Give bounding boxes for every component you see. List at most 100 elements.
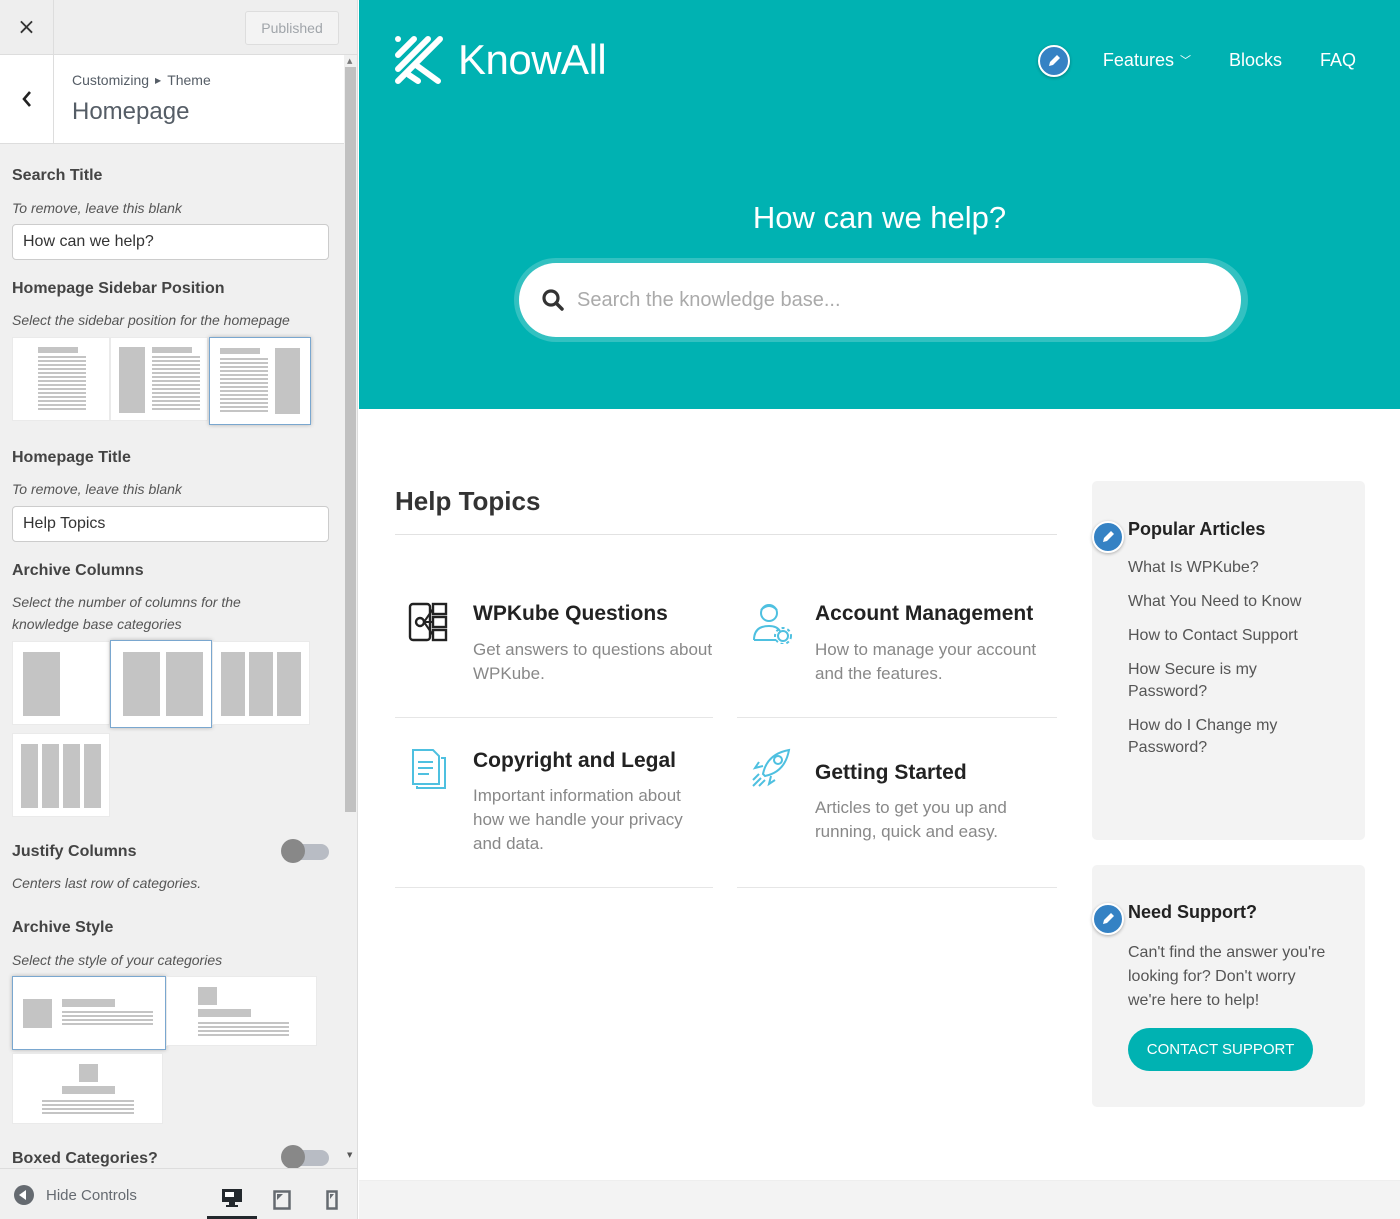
article-link[interactable]: How Secure is my Password? xyxy=(1128,659,1318,703)
sidebar-position-label: Homepage Sidebar Position xyxy=(12,280,225,297)
sidebar-option-right[interactable] xyxy=(209,337,311,425)
breadcrumb-arrow-icon: ▶ xyxy=(155,76,162,85)
topic-card[interactable]: Getting Started Articles to get you up a… xyxy=(737,718,1057,888)
scrollbar[interactable]: ▲ ▼ xyxy=(344,55,357,1165)
breadcrumb-parent: Theme xyxy=(167,72,211,88)
search-title-description: To remove, leave this blank xyxy=(12,200,182,216)
scrollbar-thumb[interactable] xyxy=(345,67,356,812)
topic-card[interactable]: WPKube Questions Get answers to question… xyxy=(395,548,713,718)
desktop-icon xyxy=(222,1188,242,1207)
section-header: Customizing ▶ Theme Homepage xyxy=(0,55,344,144)
contact-support-button[interactable]: CONTACT SUPPORT xyxy=(1128,1028,1313,1071)
search-input[interactable] xyxy=(577,288,1197,312)
justify-columns-toggle[interactable] xyxy=(281,839,329,863)
popular-articles-list: What Is WPKube? What You Need to Know Ho… xyxy=(1128,557,1318,771)
style-option-icon-left[interactable] xyxy=(12,976,166,1050)
close-customizer-button[interactable]: × xyxy=(0,0,54,55)
mobile-icon xyxy=(326,1189,338,1210)
help-topics-section: Help Topics WPKube Questions Get answers… xyxy=(395,480,1057,888)
site-logo[interactable]: KnowAll xyxy=(394,35,607,85)
popular-articles-title: Popular Articles xyxy=(1128,519,1266,539)
article-link[interactable]: What Is WPKube? xyxy=(1128,557,1318,579)
justify-columns-description: Centers last row of categories. xyxy=(12,875,202,891)
customizer-panel: × Published Customizing ▶ Theme Homepage ▲… xyxy=(0,0,358,1219)
brand-name: KnowAll xyxy=(458,36,607,83)
columns-option-1[interactable] xyxy=(12,641,110,725)
topic-card[interactable]: Account Management How to manage your ac… xyxy=(737,548,1057,718)
archive-style-description: Select the style of your categories xyxy=(12,952,223,968)
homepage-title-input[interactable] xyxy=(12,506,329,542)
edit-widget-shortcut[interactable] xyxy=(1092,903,1124,935)
nav-blocks[interactable]: Blocks xyxy=(1229,50,1282,71)
pencil-icon xyxy=(1103,913,1114,924)
pencil-icon xyxy=(1103,531,1114,542)
homepage-title-label: Homepage Title xyxy=(12,449,131,466)
need-support-title: Need Support? xyxy=(1128,902,1257,922)
site-footer xyxy=(359,1180,1400,1219)
need-support-text: Can't find the answer you're looking for… xyxy=(1128,944,1326,1009)
topic-description: Get answers to questions about WPKube. xyxy=(473,640,713,683)
style-option-icon-top-left[interactable] xyxy=(166,976,317,1046)
main-nav: Features ﹀ Blocks FAQ xyxy=(1103,50,1356,71)
customizer-header: × Published xyxy=(0,0,357,55)
hero-title: How can we help? xyxy=(752,200,1007,235)
breadcrumb: Customizing ▶ Theme xyxy=(72,72,211,88)
style-option-icon-top-center[interactable] xyxy=(12,1053,163,1124)
rocket-icon xyxy=(752,748,791,787)
topic-description: Articles to get you up and running, quic… xyxy=(815,798,1007,841)
search-icon xyxy=(542,289,564,311)
user-gear-icon xyxy=(753,604,792,644)
article-link[interactable]: How to Contact Support xyxy=(1128,625,1318,647)
search-title-input[interactable] xyxy=(12,224,329,260)
breadcrumb-root: Customizing xyxy=(72,72,150,88)
help-topics-title: Help Topics xyxy=(395,486,541,516)
section-title: Homepage xyxy=(72,98,190,125)
hero-section: KnowAll Features ﹀ Blocks FAQ How can we … xyxy=(359,0,1400,409)
columns-option-4[interactable] xyxy=(12,733,110,817)
hide-controls-label: Hide Controls xyxy=(46,1186,137,1204)
close-icon: × xyxy=(17,15,36,40)
topic-title: Getting Started xyxy=(815,761,967,784)
device-desktop-button[interactable] xyxy=(207,1179,257,1219)
document-icon xyxy=(412,749,446,789)
justify-columns-label: Justify Columns xyxy=(12,843,137,860)
article-link[interactable]: What You Need to Know xyxy=(1128,591,1318,613)
article-link[interactable]: How do I Change my Password? xyxy=(1128,715,1318,759)
boxed-categories-toggle[interactable] xyxy=(281,1145,329,1169)
device-mobile-button[interactable] xyxy=(307,1179,357,1219)
collapse-arrow-icon xyxy=(14,1185,34,1205)
tablet-icon xyxy=(273,1189,291,1210)
edit-widget-shortcut[interactable] xyxy=(1092,521,1124,553)
nav-faq[interactable]: FAQ xyxy=(1320,50,1356,71)
topic-title: Account Management xyxy=(815,602,1034,625)
back-button[interactable] xyxy=(0,55,54,143)
search-title-label: Search Title xyxy=(12,167,103,184)
hide-controls-button[interactable]: Hide Controls xyxy=(14,1185,137,1205)
topic-description: How to manage your account and the featu… xyxy=(815,640,1037,683)
customizer-footer: Hide Controls xyxy=(0,1168,357,1219)
search-box[interactable] xyxy=(519,263,1241,337)
archive-columns-label: Archive Columns xyxy=(12,562,144,579)
need-support-widget: Need Support? Can't find the answer you'… xyxy=(1092,865,1365,1107)
knowall-logo-icon xyxy=(395,36,443,84)
columns-option-2[interactable] xyxy=(110,640,212,728)
chevron-left-icon xyxy=(21,91,31,107)
edit-menu-shortcut[interactable] xyxy=(1038,45,1070,77)
scroll-down-arrow-icon[interactable]: ▼ xyxy=(347,1151,352,1159)
search-wrapper xyxy=(514,258,1248,342)
site-preview: KnowAll Features ﹀ Blocks FAQ How can we … xyxy=(359,0,1400,1219)
columns-option-3[interactable] xyxy=(212,641,310,725)
nav-features[interactable]: Features ﹀ xyxy=(1103,50,1191,71)
sidebar-option-left[interactable] xyxy=(110,337,208,421)
boxed-categories-label: Boxed Categories? xyxy=(12,1150,158,1167)
topic-description: Important information about how we handl… xyxy=(473,786,683,853)
publish-button[interactable]: Published xyxy=(245,11,339,45)
homepage-title-description: To remove, leave this blank xyxy=(12,481,182,497)
pencil-icon xyxy=(1049,55,1060,66)
topic-card[interactable]: Copyright and Legal Important informatio… xyxy=(395,718,713,888)
topic-title: WPKube Questions xyxy=(473,602,668,625)
device-tablet-button[interactable] xyxy=(257,1179,307,1219)
chevron-down-icon: ﹀ xyxy=(1179,55,1191,67)
sidebar-option-none[interactable] xyxy=(12,337,110,421)
scroll-up-arrow-icon[interactable]: ▲ xyxy=(347,57,352,65)
